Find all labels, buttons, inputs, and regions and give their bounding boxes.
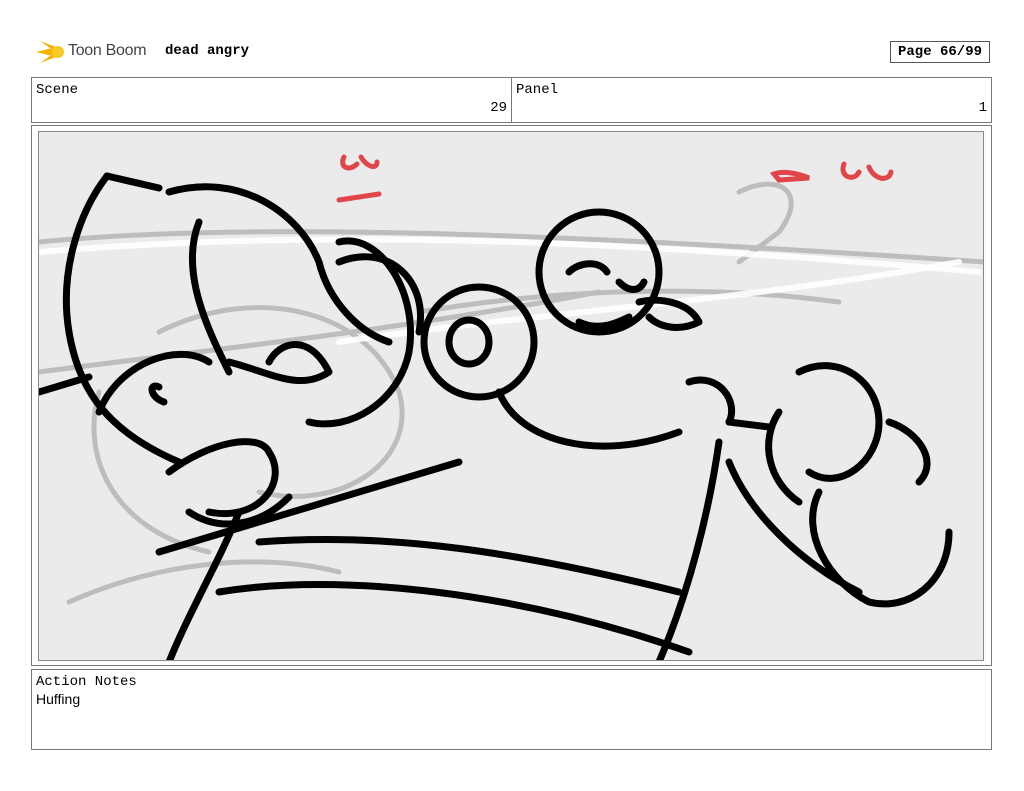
logo-text: Toon Boom <box>68 42 147 59</box>
scene-box: Scene 29 <box>31 77 512 123</box>
panel-number: 1 <box>978 100 987 116</box>
scene-label: Scene <box>36 82 79 98</box>
panel-label: Panel <box>516 82 559 98</box>
sketch-drawing <box>39 154 983 660</box>
project-title: dead angry <box>165 43 250 59</box>
action-notes-label: Action Notes <box>36 674 137 690</box>
panel-box: Panel 1 <box>511 77 992 123</box>
scene-number: 29 <box>490 100 507 116</box>
action-notes-text: Huffing <box>36 691 81 707</box>
page-indicator: Page 66/99 <box>890 41 990 63</box>
action-notes-box: Action Notes Huffing <box>31 669 992 750</box>
storyboard-sketch <box>38 131 984 661</box>
